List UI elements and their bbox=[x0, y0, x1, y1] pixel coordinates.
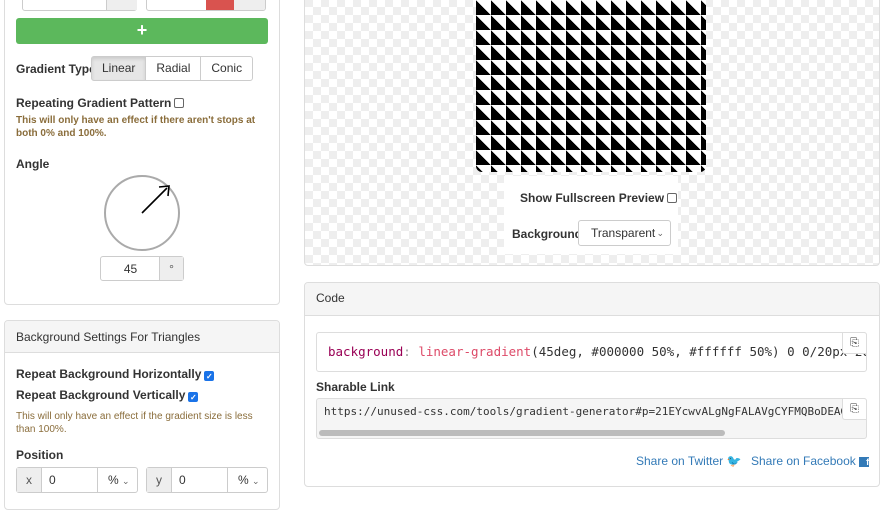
copy-link-button[interactable]: ⎘ bbox=[842, 398, 867, 420]
angle-label: Angle bbox=[16, 157, 50, 171]
angle-unit: ° bbox=[159, 257, 183, 280]
repeating-label: Repeating Gradient Pattern bbox=[16, 96, 172, 110]
y-unit-select[interactable]: % ⌄ bbox=[227, 468, 267, 492]
position-y-input[interactable]: y 0 % ⌄ bbox=[146, 467, 268, 493]
fullscreen-checkbox[interactable] bbox=[667, 193, 678, 203]
angle-dial[interactable] bbox=[103, 174, 181, 252]
sharable-link-label: Sharable Link bbox=[316, 380, 395, 394]
gradient-type-group: Linear Radial Conic bbox=[91, 56, 254, 81]
fullscreen-row: Show Fullscreen Preview bbox=[520, 191, 678, 205]
repeat-v-label: Repeat Background Vertically bbox=[16, 388, 186, 402]
repeat-h-checkbox[interactable]: ✓ bbox=[204, 371, 215, 381]
y-addon: y bbox=[147, 468, 172, 492]
link-scrollbar[interactable] bbox=[319, 430, 725, 436]
fullscreen-label: Show Fullscreen Preview bbox=[520, 191, 665, 205]
code-header: Code bbox=[305, 283, 879, 316]
stop-color-input[interactable] bbox=[22, 0, 137, 11]
delete-stop-button[interactable] bbox=[206, 0, 234, 10]
background-select[interactable]: Transparent ⌄ bbox=[578, 220, 671, 246]
repeating-row: Repeating Gradient Pattern bbox=[16, 96, 185, 110]
facebook-icon: f bbox=[859, 457, 870, 467]
background-settings-header: Background Settings For Triangles bbox=[5, 321, 279, 353]
add-stop-button[interactable]: + bbox=[16, 18, 268, 44]
position-x-input[interactable]: x 0 % ⌄ bbox=[16, 467, 138, 493]
background-label: Background bbox=[512, 227, 583, 241]
sharable-link-box[interactable]: https://unused-css.com/tools/gradient-ge… bbox=[316, 398, 867, 439]
gradient-preview bbox=[476, 0, 706, 172]
share-facebook-link[interactable]: Share on Facebook f bbox=[751, 454, 870, 468]
stop-extra-button[interactable] bbox=[234, 0, 265, 10]
x-unit-select[interactable]: % ⌄ bbox=[97, 468, 137, 492]
tab-conic[interactable]: Conic bbox=[200, 56, 254, 81]
repeat-h-row: Repeat Background Horizontally ✓ bbox=[16, 367, 215, 381]
position-label: Position bbox=[16, 448, 64, 462]
repeat-h-label: Repeat Background Horizontally bbox=[16, 367, 202, 381]
stop-position-input[interactable] bbox=[146, 0, 266, 11]
repeat-v-checkbox[interactable]: ✓ bbox=[188, 392, 199, 402]
twitter-icon: 🐦 bbox=[726, 454, 742, 468]
x-addon: x bbox=[17, 468, 42, 492]
size-note: This will only have an effect if the gra… bbox=[16, 411, 253, 435]
css-code-box: background: linear-gradient(45deg, #0000… bbox=[316, 332, 867, 372]
share-twitter-link[interactable]: Share on Twitter 🐦 bbox=[636, 454, 741, 468]
tab-radial[interactable]: Radial bbox=[145, 56, 202, 81]
tab-linear[interactable]: Linear bbox=[91, 56, 147, 81]
copy-code-button[interactable]: ⎘ bbox=[842, 332, 867, 354]
gradient-type-label: Gradient Type bbox=[16, 62, 96, 76]
repeating-checkbox[interactable] bbox=[174, 98, 185, 108]
repeating-note: This will only have an effect if there a… bbox=[16, 115, 256, 139]
repeat-v-row: Repeat Background Vertically ✓ bbox=[16, 388, 199, 402]
angle-input[interactable]: 45 ° bbox=[100, 256, 184, 281]
